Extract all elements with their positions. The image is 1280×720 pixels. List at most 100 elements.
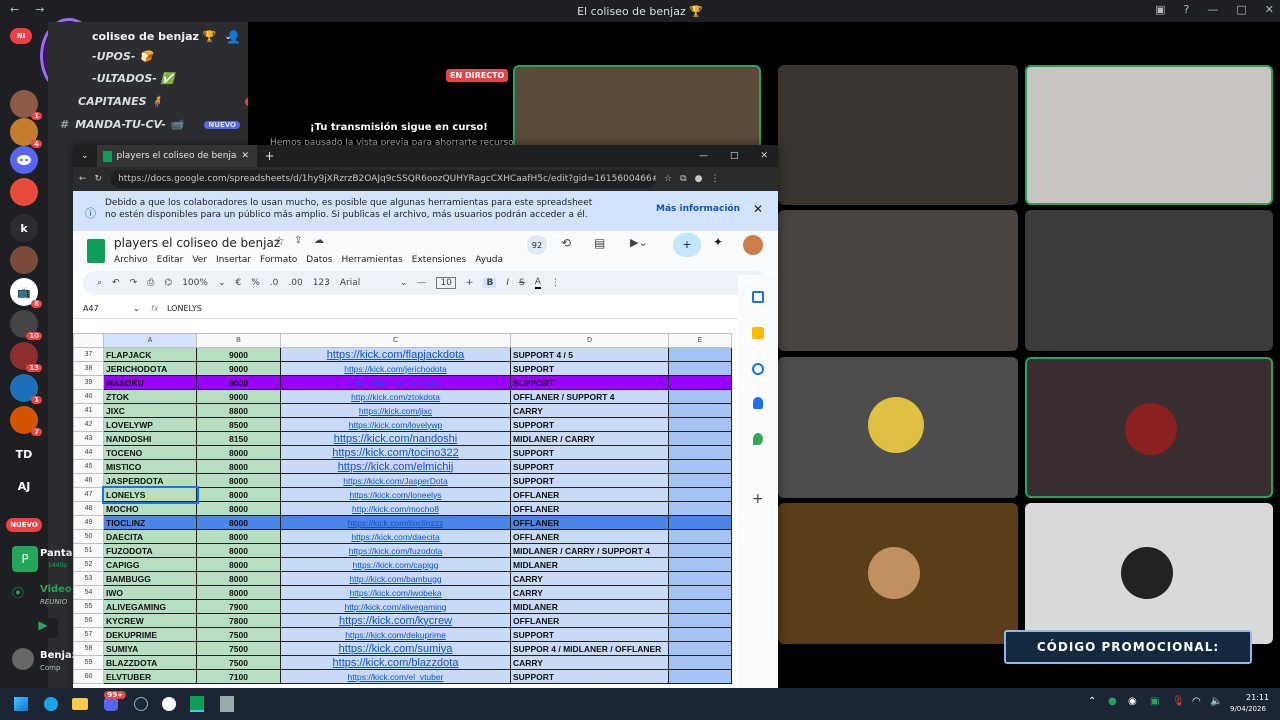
maps-icon[interactable] [753, 433, 763, 445]
contacts-icon[interactable] [753, 397, 763, 409]
cell-name[interactable]: MASOKU [103, 375, 197, 390]
row-number[interactable]: 42 [73, 417, 104, 432]
cell-mmr[interactable]: 8000 [196, 585, 281, 600]
menu-datos[interactable]: Datos [306, 255, 332, 265]
cell-role[interactable]: OFFLANER [510, 487, 669, 502]
cell-role[interactable]: SUPPORT [510, 361, 669, 376]
channel-capitanes[interactable]: CAPITANES 🧍2 [78, 95, 258, 108]
cell-name[interactable]: NANDOSHI [103, 431, 197, 446]
cell-name[interactable]: MOCHO [103, 501, 197, 516]
more-info-link[interactable]: Más información [656, 204, 740, 214]
video-tile[interactable] [778, 357, 1018, 498]
maximize-button[interactable]: □ [730, 151, 739, 161]
server-icon[interactable]: 13 [10, 342, 42, 372]
cell-link[interactable]: https://kick.com/dekuprime [280, 627, 511, 642]
cell-link[interactable]: https://kick.com/capigg [280, 557, 511, 572]
undo-icon[interactable]: ↶ [112, 278, 120, 288]
cell-name[interactable]: ZTOK [103, 389, 197, 404]
table-row[interactable]: 59 BLAZZDOTA 7500 https://kick.com/blazzdot… [73, 655, 732, 670]
history-icon[interactable]: ⟲ [561, 236, 571, 250]
row-number[interactable]: 44 [73, 445, 104, 460]
avatar[interactable] [12, 648, 34, 670]
search-icon[interactable]: ⌕ [97, 278, 102, 288]
cell-link[interactable]: http://kick.com/ztokdota [280, 389, 511, 404]
cell-mmr[interactable]: 8000 [196, 529, 281, 544]
cell-empty[interactable] [668, 459, 732, 474]
table-row[interactable]: 55 ALIVEGAMING 7900 http://kick.com/alivega… [73, 599, 732, 614]
extensions-icon[interactable]: ⧉ [680, 174, 686, 184]
cell-role[interactable]: SUPPOR 4 / MIDLANER / OFFLANER [510, 641, 669, 656]
obs-icon[interactable] [162, 697, 176, 711]
new-tab-button[interactable]: + [265, 149, 275, 163]
cell-mmr[interactable]: 9000 [196, 389, 281, 404]
table-row[interactable]: 51 FUZODOTA 8000 https://kick.com/fuzodota M… [73, 543, 732, 558]
table-row[interactable]: 58 SUMIYA 7500 https://kick.com/sumiya SUPPO… [73, 641, 732, 656]
cell-mmr[interactable]: 7500 [196, 627, 281, 642]
cell-link[interactable]: https://kick.com/lovelywp [280, 417, 511, 432]
discord-icon[interactable]: 99+ [104, 691, 126, 711]
maximize-button[interactable]: □ [1236, 3, 1246, 16]
cell-mmr[interactable]: 9000 [196, 375, 281, 390]
cell-name[interactable]: CAPIGG [103, 557, 197, 572]
increase-decimals-button[interactable]: .00 [288, 278, 302, 288]
edge-icon[interactable] [44, 697, 58, 711]
row-number[interactable]: 48 [73, 501, 104, 516]
avatar[interactable] [743, 235, 763, 255]
cell-mmr[interactable]: 7500 [196, 655, 281, 670]
text-color-button[interactable]: A [534, 277, 541, 289]
menu-formato[interactable]: Formato [260, 255, 297, 265]
discord-server-icon[interactable] [10, 146, 38, 174]
menu-icon[interactable]: ⋮ [710, 174, 719, 184]
cell-role[interactable]: MIDLANER / CARRY [510, 431, 669, 446]
row-number[interactable]: 38 [73, 361, 104, 376]
cell-link[interactable]: https://kick.com/jixc [280, 403, 511, 418]
gemini-icon[interactable]: ✦ [713, 235, 723, 249]
table-row[interactable]: 47 LONELYS 8000 https://kick.com/loneelys OF… [73, 485, 732, 504]
cell-name[interactable]: DAECITA [103, 529, 197, 544]
help-icon[interactable]: ? [1184, 3, 1190, 16]
video-tile[interactable] [1025, 65, 1273, 205]
cell-link[interactable]: https://kick.com/el_vtuber [280, 669, 511, 684]
cell-mmr[interactable]: 9000 [196, 361, 281, 376]
row-number[interactable]: 50 [73, 529, 104, 544]
cell-mmr[interactable]: 8000 [196, 459, 281, 474]
italic-button[interactable]: I [506, 278, 509, 288]
cell-empty[interactable] [668, 403, 732, 418]
cell-name[interactable]: TIOCLINZ [103, 515, 197, 530]
cell-link[interactable]: http://kick.com/mocho8 [280, 501, 511, 516]
cell-mmr[interactable]: 8000 [196, 557, 281, 572]
cell-empty[interactable] [668, 529, 732, 544]
server-icon[interactable]: 7 [10, 406, 42, 436]
server-icon[interactable]: 1 [10, 374, 42, 404]
cell-empty[interactable] [668, 417, 732, 432]
cell-name[interactable]: KYCREW [103, 613, 197, 628]
wifi-icon[interactable]: ◠ [1192, 696, 1201, 707]
row-number[interactable]: 52 [73, 557, 104, 572]
percent-button[interactable]: % [251, 278, 260, 288]
cell-empty[interactable] [668, 473, 732, 488]
column-header-c[interactable]: C [280, 333, 511, 348]
row-number[interactable]: 53 [73, 571, 104, 586]
cell-name[interactable]: MISTICO [103, 459, 197, 474]
redo-icon[interactable]: ↷ [130, 278, 138, 288]
cell-reference[interactable]: A47 [73, 304, 133, 313]
cell-role[interactable]: SUPPORT [510, 627, 669, 642]
server-icon[interactable]: 4 [10, 118, 42, 148]
profile-icon[interactable]: ● [695, 174, 703, 184]
cell-mmr[interactable]: 8000 [196, 487, 281, 502]
table-row[interactable]: 41 JIXC 8800 https://kick.com/jixc CARRY [73, 403, 732, 418]
menu-herramientas[interactable]: Herramientas [341, 255, 402, 265]
cell-mmr[interactable]: 7100 [196, 669, 281, 684]
channel-grupos[interactable]: -UPOS- 🍞 [92, 50, 272, 63]
cell-mmr[interactable]: 7900 [196, 599, 281, 614]
cell-link[interactable]: https://kick.com/masoku [280, 375, 511, 390]
table-row[interactable]: 53 BAMBUGG 8000 http://kick.com/bambugg CARR… [73, 571, 732, 586]
cell-link[interactable]: https://kick.com/iwobeka [280, 585, 511, 600]
cell-name[interactable]: BAMBUGG [103, 571, 197, 586]
cell-mmr[interactable]: 8000 [196, 501, 281, 516]
star-icon[interactable]: ☆ [664, 174, 672, 184]
cell-mmr[interactable]: 7800 [196, 613, 281, 628]
cell-link[interactable]: https://kick.com/tocino322 [280, 445, 511, 460]
cell-name[interactable]: JIXC [103, 403, 197, 418]
cell-mmr[interactable]: 8000 [196, 543, 281, 558]
